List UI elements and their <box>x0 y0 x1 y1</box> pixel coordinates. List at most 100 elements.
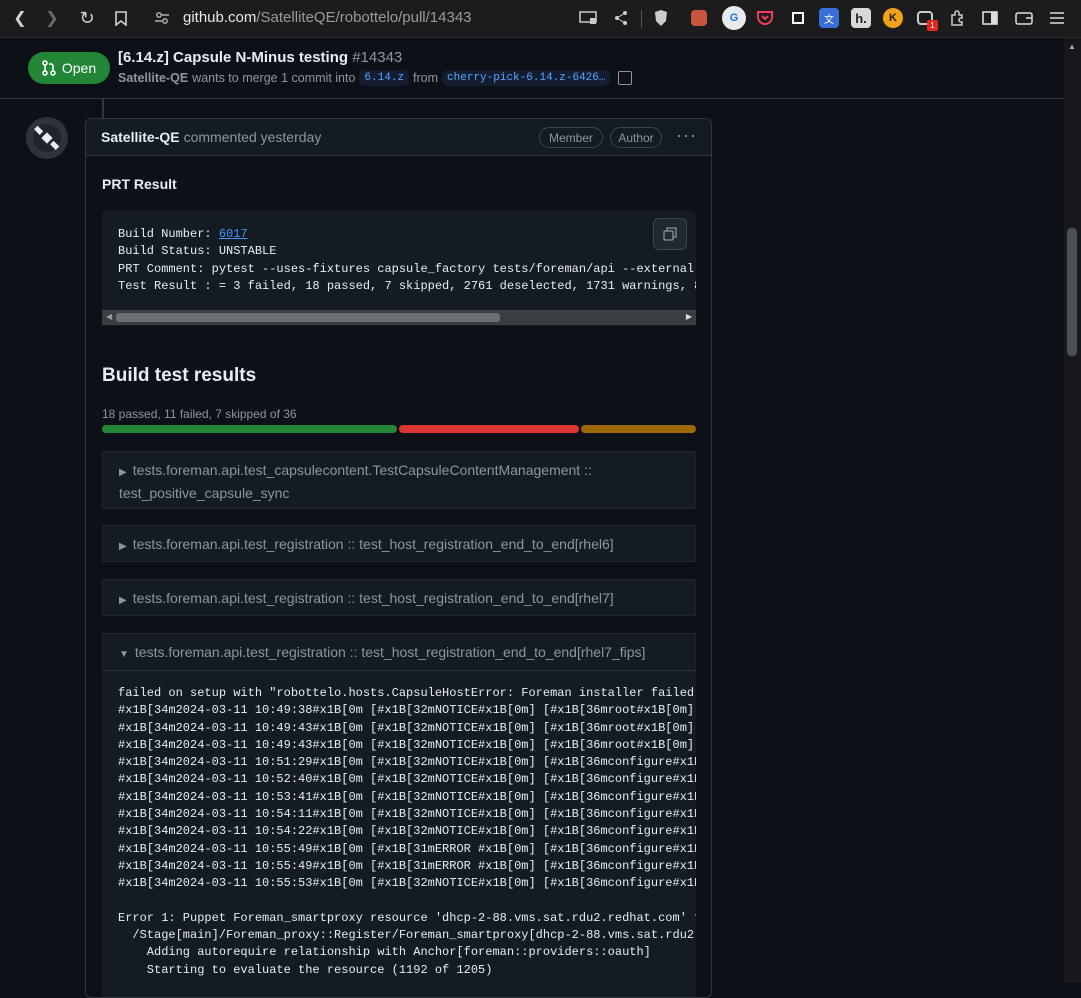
extension-badge: 1 <box>927 20 938 31</box>
test-name: tests.foreman.api.test_registration :: t… <box>132 590 614 606</box>
translate-icon[interactable]: G <box>722 6 746 30</box>
build-code-block: Build Number: 6017 Build Status: UNSTABL… <box>102 210 696 326</box>
bookmark-icon[interactable] <box>107 4 135 32</box>
test-name: tests.foreman.api.test_capsulecontent.Te… <box>132 462 592 478</box>
from-text: from <box>413 71 439 85</box>
log-line: #x1B[34m2024-03-11 10:51:29#x1B[0m [#x1B… <box>118 755 696 770</box>
build-number-link[interactable]: 6017 <box>219 227 248 241</box>
log-line: failed on setup with "robottelo.hosts.Ca… <box>118 686 695 700</box>
scroll-up-icon[interactable]: ▲ <box>1068 42 1076 51</box>
reload-icon[interactable]: ↻ <box>73 4 101 32</box>
pr-number: #14343 <box>352 49 403 66</box>
expand-triangle-icon: ▶ <box>119 541 127 552</box>
test-name: tests.foreman.api.test_registration :: t… <box>134 644 646 660</box>
member-badge: Member <box>539 127 603 148</box>
results-progress-bar <box>102 425 696 433</box>
code-scroll-thumb[interactable] <box>116 313 500 322</box>
log-line: #x1B[34m2024-03-11 10:54:11#x1B[0m [#x1B… <box>118 807 696 822</box>
test-name-cont: test_positive_capsule_sync <box>119 485 290 501</box>
k-icon[interactable]: K <box>883 8 903 28</box>
log-line: Error 1: Puppet Foreman_smartproxy resou… <box>118 910 696 925</box>
address-bar[interactable]: github.com/SatelliteQE/robottelo/pull/14… <box>183 9 472 26</box>
cast-icon[interactable] <box>578 8 598 28</box>
share-icon[interactable] <box>611 8 631 28</box>
failure-log-text: failed on setup with "robottelo.hosts.Ca… <box>118 685 696 979</box>
h-icon[interactable]: h. <box>851 8 871 28</box>
build-number-label: Build Number: <box>118 227 219 241</box>
toolbar-divider <box>641 10 642 28</box>
test-result-line: Test Result : = 3 failed, 18 passed, 7 s… <box>118 278 696 293</box>
translate2-icon[interactable]: 文 <box>819 8 839 28</box>
code-horizontal-scrollbar[interactable]: ◀ ▶ <box>102 310 696 325</box>
gift-icon[interactable] <box>691 10 707 26</box>
url-host: github.com <box>183 9 257 26</box>
log-line: #x1B[34m2024-03-11 10:55:49#x1B[0m [#x1B… <box>118 858 696 873</box>
pr-sticky-header: Open [6.14.z] Capsule N-Minus testing #1… <box>0 38 1064 99</box>
pr-title-text: [6.14.z] Capsule N-Minus testing <box>118 49 349 66</box>
satellite-icon <box>33 124 61 152</box>
comment-author[interactable]: Satellite-QE <box>101 129 180 145</box>
copy-icon <box>663 227 677 241</box>
head-branch[interactable]: cherry-pick-6.14.z-6426… <box>442 70 611 86</box>
log-line: /Stage[main]/Foreman_proxy::Register/For… <box>118 928 696 943</box>
test-details-collapsed[interactable]: ▶ tests.foreman.api.test_registration :: … <box>102 579 696 616</box>
timeline-line <box>102 99 104 119</box>
browser-toolbar: ❮ ❯ ↻ github.com/SatelliteQE/robottelo/p… <box>0 0 1081 38</box>
log-line: #x1B[34m2024-03-11 10:55:49#x1B[0m [#x1B… <box>118 841 696 856</box>
log-line: #x1B[34m2024-03-11 10:49:43#x1B[0m [#x1B… <box>118 737 695 752</box>
git-pull-request-icon <box>42 60 56 76</box>
page-scrollbar[interactable]: ▲ <box>1064 38 1081 983</box>
pocket-icon[interactable] <box>755 8 775 28</box>
wallet-icon[interactable] <box>1014 8 1034 28</box>
comment-card: Satellite-QE commented yesterday Member … <box>85 118 712 998</box>
comment-header: Satellite-QE commented yesterday Member … <box>86 119 711 156</box>
scroll-left-icon[interactable]: ◀ <box>106 312 112 321</box>
forward-icon[interactable]: ❯ <box>38 4 66 32</box>
puzzle-icon[interactable] <box>947 8 967 28</box>
merge-text: wants to merge 1 commit into <box>192 71 356 85</box>
log-line: #x1B[34m2024-03-11 10:49:43#x1B[0m [#x1B… <box>118 720 695 735</box>
failure-log: failed on setup with "robottelo.hosts.Ca… <box>102 671 696 997</box>
build-results-heading: Build test results <box>102 365 257 386</box>
back-icon[interactable]: ❮ <box>6 4 34 32</box>
log-line: #x1B[34m2024-03-11 10:53:41#x1B[0m [#x1B… <box>118 789 696 804</box>
scroll-right-icon[interactable]: ▶ <box>686 312 692 321</box>
site-settings-icon[interactable] <box>154 10 170 31</box>
avatar[interactable] <box>26 117 68 159</box>
pr-author-link[interactable]: Satellite-QE <box>118 71 188 85</box>
sidebar-icon[interactable] <box>980 8 1000 28</box>
comment-timestamp[interactable]: commented yesterday <box>184 129 322 145</box>
more-options-icon[interactable]: ··· <box>676 125 697 146</box>
build-info: Build Number: 6017 Build Status: UNSTABL… <box>118 226 696 295</box>
url-path: /SatelliteQE/robottelo/pull/14343 <box>256 9 472 26</box>
prt-result-heading: PRT Result <box>102 176 177 192</box>
pr-title[interactable]: [6.14.z] Capsule N-Minus testing #14343 <box>118 49 402 66</box>
test-details-collapsed[interactable]: ▶ tests.foreman.api.test_capsulecontent.T… <box>102 451 696 509</box>
failed-segment <box>399 425 579 433</box>
test-name: tests.foreman.api.test_registration :: t… <box>132 536 614 552</box>
test-details-expanded[interactable]: ▼ tests.foreman.api.test_registration :: … <box>102 633 696 671</box>
log-line: #x1B[34m2024-03-11 10:55:53#x1B[0m [#x1B… <box>118 876 696 891</box>
base-branch[interactable]: 6.14.z <box>359 70 410 86</box>
prt-comment: PRT Comment: pytest --uses-fixtures caps… <box>118 261 696 276</box>
log-line: #x1B[34m2024-03-11 10:54:22#x1B[0m [#x1B… <box>118 824 696 839</box>
log-line: Starting to evaluate the resource (1192 … <box>118 962 493 977</box>
scroll-thumb[interactable] <box>1067 228 1077 356</box>
brave-shield-icon[interactable] <box>651 8 671 28</box>
menu-icon[interactable] <box>1047 8 1067 28</box>
test-details-collapsed[interactable]: ▶ tests.foreman.api.test_registration :: … <box>102 525 696 562</box>
expand-triangle-icon: ▶ <box>119 595 127 606</box>
build-status: Build Status: UNSTABLE <box>118 244 277 259</box>
copy-branch-icon[interactable] <box>618 71 633 85</box>
results-summary: 18 passed, 11 failed, 7 skipped of 36 <box>102 407 297 421</box>
passed-segment <box>102 425 397 433</box>
skipped-segment <box>581 425 696 433</box>
log-line: Adding autorequire relationship with Anc… <box>118 945 651 960</box>
pr-state-label: Open <box>61 60 97 76</box>
pr-state-badge: Open <box>28 52 110 84</box>
pr-subtitle: Satellite-QE wants to merge 1 commit int… <box>118 70 633 86</box>
log-line: #x1B[34m2024-03-11 10:49:38#x1B[0m [#x1B… <box>118 703 695 718</box>
author-badge: Author <box>610 127 662 148</box>
copy-button[interactable] <box>653 218 687 250</box>
square-icon[interactable] <box>788 8 808 28</box>
